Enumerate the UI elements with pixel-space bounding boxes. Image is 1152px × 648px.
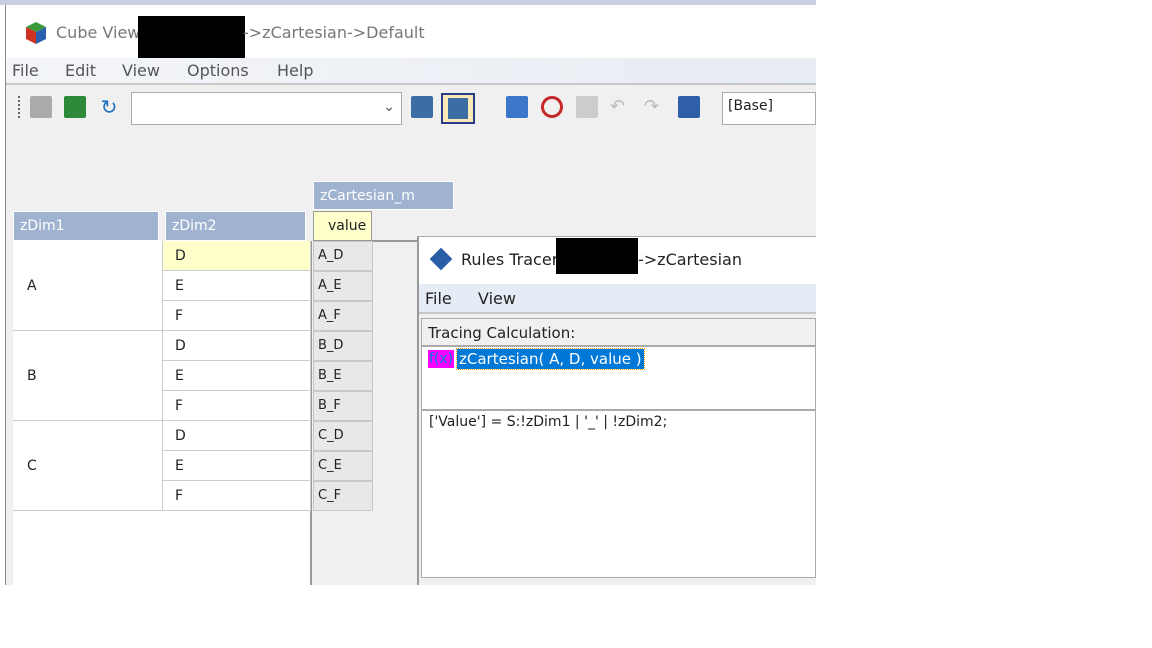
sandbox-dropdown-icon[interactable] (678, 96, 700, 118)
rules-tracer-icon (429, 247, 453, 271)
row-header-zdim2[interactable]: zDim2 (165, 211, 306, 241)
toolbar-grip[interactable] (18, 96, 21, 118)
rules-tracer-title-suffix: ->zCartesian (638, 250, 742, 269)
menu-options[interactable]: Options (187, 61, 249, 80)
value-cell[interactable]: B_D (313, 331, 373, 361)
value-cell[interactable]: B_E (313, 361, 373, 391)
row-member-zdim2[interactable]: F (163, 481, 311, 511)
menu-view[interactable]: View (122, 61, 160, 80)
row-member-zdim2[interactable]: F (163, 301, 311, 331)
rules-tracer-title-bar: Rules Tracer ->zCartesian (419, 237, 816, 284)
calculator-icon[interactable] (411, 96, 433, 118)
column-member-header[interactable]: value (313, 211, 372, 241)
value-cell[interactable]: C_D (313, 421, 373, 451)
value-cell[interactable]: A_F (313, 301, 373, 331)
no-zero-suppress-icon[interactable] (541, 96, 563, 118)
recalculate-icon[interactable]: ↻ (98, 96, 120, 118)
tracing-calculation-label: Tracing Calculation: (421, 318, 816, 346)
redaction (138, 16, 245, 58)
row-member-zdim2[interactable]: D (163, 241, 311, 271)
rules-tracer-title: Rules Tracer (461, 250, 559, 269)
menu-help[interactable]: Help (277, 61, 313, 80)
trace-item[interactable]: zCartesian( A, D, value ) (456, 348, 645, 370)
rules-tracer-menu-bar: File View (419, 284, 816, 314)
rules-tracer-window: Rules Tracer ->zCartesian File View Trac… (417, 236, 816, 585)
value-cell[interactable]: A_E (313, 271, 373, 301)
redaction (556, 238, 638, 274)
rule-text-area[interactable]: ['Value'] = S:!zDim1 | '_' | !zDim2; (421, 410, 816, 578)
row-header-zdim1[interactable]: zDim1 (13, 211, 159, 241)
rt-menu-file[interactable]: File (425, 289, 452, 308)
column-dimension-header[interactable]: zCartesian_m (313, 181, 454, 210)
trace-tree[interactable]: f(x) zCartesian( A, D, value ) (421, 346, 816, 410)
row-member-zdim2[interactable]: E (163, 361, 311, 391)
sandbox-icon[interactable] (576, 96, 598, 118)
function-icon: f(x) (428, 350, 455, 368)
chevron-down-icon: ⌄ (383, 99, 395, 115)
value-cell[interactable]: B_F (313, 391, 373, 421)
menu-file[interactable]: File (12, 61, 39, 80)
window-title-suffix: ->zCartesian->Default (243, 23, 425, 42)
redo-icon[interactable]: ↷ (644, 96, 666, 118)
row-member-zdim1[interactable]: A (13, 241, 163, 331)
row-member-zdim2[interactable]: D (163, 421, 311, 451)
menu-edit[interactable]: Edit (65, 61, 96, 80)
export-grid-icon[interactable] (506, 96, 528, 118)
rules-trace-toggle[interactable] (441, 93, 475, 124)
view-combo[interactable]: ⌄ (131, 92, 402, 125)
row-member-zdim1[interactable]: B (13, 331, 163, 421)
value-cell[interactable]: A_D (313, 241, 373, 271)
value-cell[interactable]: C_E (313, 451, 373, 481)
row-member-zdim2[interactable]: E (163, 271, 311, 301)
window-title: Cube View (56, 23, 141, 42)
save-icon[interactable] (64, 96, 86, 118)
value-cell[interactable]: C_F (313, 481, 373, 511)
commit-check-icon[interactable] (30, 96, 52, 118)
row-member-zdim2[interactable]: E (163, 451, 311, 481)
rt-menu-view[interactable]: View (478, 289, 516, 308)
row-member-zdim2[interactable]: D (163, 331, 311, 361)
cube-icon (26, 22, 46, 44)
subset-combo[interactable]: [Base] (722, 92, 816, 125)
undo-icon[interactable]: ↶ (610, 96, 632, 118)
row-member-zdim2[interactable]: F (163, 391, 311, 421)
row-member-zdim1[interactable]: C (13, 421, 163, 511)
